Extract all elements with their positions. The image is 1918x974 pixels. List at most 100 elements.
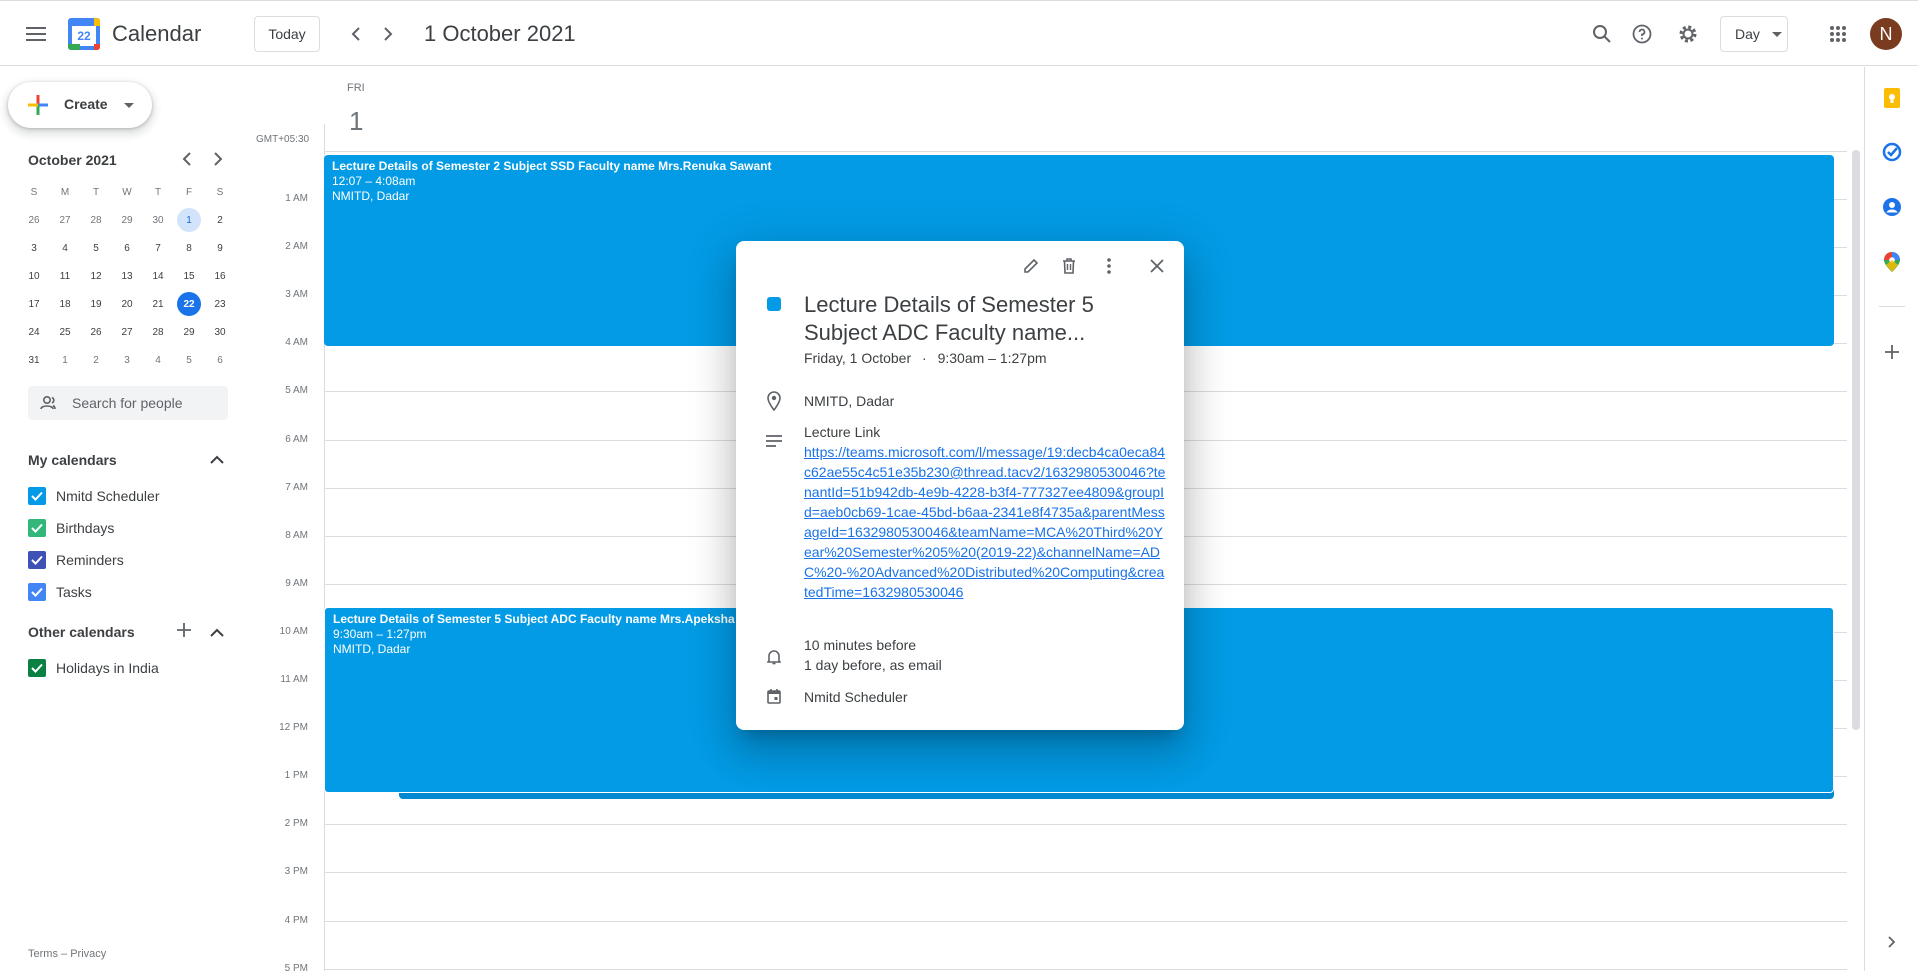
checkbox[interactable] [28, 551, 46, 569]
view-switcher[interactable]: Day [1720, 16, 1788, 52]
search-people-input[interactable]: Search for people [28, 386, 228, 420]
mini-calendar-day[interactable]: 26 [84, 320, 108, 344]
create-button[interactable]: Create [8, 82, 152, 128]
mini-calendar-day[interactable]: 28 [146, 320, 170, 344]
mini-calendar-day[interactable]: 20 [115, 292, 139, 316]
mini-calendar-day[interactable]: 4 [146, 348, 170, 372]
mini-calendar-day[interactable]: 30 [146, 208, 170, 232]
mini-calendar-day[interactable]: 8 [177, 236, 201, 260]
mini-calendar-day[interactable]: 19 [84, 292, 108, 316]
mini-calendar-day[interactable]: 13 [115, 264, 139, 288]
calendar-list-item[interactable]: Holidays in India [28, 659, 159, 677]
checkbox[interactable] [28, 583, 46, 601]
mini-calendar-day[interactable]: 17 [22, 292, 46, 316]
mini-calendar-day[interactable]: 3 [115, 348, 139, 372]
mini-calendar-day[interactable]: 28 [84, 208, 108, 232]
next-day-button[interactable] [372, 18, 404, 50]
expand-side-panel-button[interactable] [1877, 927, 1907, 957]
hour-label: 6 AM [285, 433, 308, 445]
mini-calendar-day[interactable]: 14 [146, 264, 170, 288]
my-calendars-title[interactable]: My calendars [28, 452, 117, 468]
chevron-right-icon [214, 152, 223, 166]
timezone-label: GMT+05:30 [256, 134, 310, 145]
more-options-button[interactable] [1092, 249, 1126, 283]
other-calendars-collapse-button[interactable] [210, 625, 224, 643]
event-time: 12:07 – 4:08am [332, 174, 416, 188]
other-calendars-title[interactable]: Other calendars [28, 624, 135, 640]
apps-grid-icon [1830, 26, 1846, 42]
mini-calendar-day[interactable]: 10 [22, 264, 46, 288]
day-number[interactable]: 1 [349, 106, 363, 137]
mini-calendar-day[interactable]: 5 [84, 236, 108, 260]
apps-button[interactable] [1820, 16, 1856, 52]
chevron-up-icon [210, 628, 224, 637]
mini-calendar-day[interactable]: 12 [84, 264, 108, 288]
lecture-link[interactable]: https://teams.microsoft.com/l/message/19… [804, 442, 1166, 602]
mini-calendar-day[interactable]: 1 [53, 348, 77, 372]
mini-calendar-day[interactable]: 21 [146, 292, 170, 316]
maps-pin-icon [1884, 252, 1900, 272]
checkbox[interactable] [28, 519, 46, 537]
mini-calendar-day[interactable]: 11 [53, 264, 77, 288]
mini-calendar-day[interactable]: 5 [177, 348, 201, 372]
mini-calendar-day[interactable]: 27 [115, 320, 139, 344]
help-button[interactable] [1624, 16, 1660, 52]
mini-calendar-day[interactable]: 31 [22, 348, 46, 372]
mini-calendar-day[interactable]: 30 [208, 320, 232, 344]
mini-next-month-button[interactable] [213, 150, 223, 171]
mini-calendar-day[interactable]: 23 [208, 292, 232, 316]
calendar-list-item[interactable]: Tasks [28, 583, 92, 601]
mini-calendar-day[interactable]: 26 [22, 208, 46, 232]
contacts-button[interactable] [1877, 192, 1907, 222]
mini-calendar-day[interactable]: 7 [146, 236, 170, 260]
mini-calendar-day[interactable]: 6 [115, 236, 139, 260]
avatar[interactable]: N [1870, 18, 1902, 50]
checkbox[interactable] [28, 659, 46, 677]
terms-link[interactable]: Terms [28, 948, 58, 960]
search-button[interactable] [1584, 16, 1620, 52]
mini-calendar-day[interactable]: 22 [177, 292, 201, 316]
calendar-list-item[interactable]: Nmitd Scheduler [28, 487, 160, 505]
mini-calendar-day[interactable]: 6 [208, 348, 232, 372]
mini-calendar-day[interactable]: 18 [53, 292, 77, 316]
mini-calendar-day[interactable]: 2 [84, 348, 108, 372]
calendar-list-item[interactable]: Reminders [28, 551, 124, 569]
checkbox[interactable] [28, 487, 46, 505]
mini-calendar-day[interactable]: 27 [53, 208, 77, 232]
delete-event-button[interactable] [1052, 249, 1086, 283]
popup-event-title: Lecture Details of Semester 5 Subject AD… [804, 292, 1094, 345]
maps-button[interactable] [1877, 247, 1907, 277]
mini-calendar-day[interactable]: 15 [177, 264, 201, 288]
previous-day-button[interactable] [340, 18, 372, 50]
hour-label: 3 AM [285, 289, 308, 301]
my-calendars-collapse-button[interactable] [210, 452, 224, 470]
weekday-header: M [60, 186, 70, 198]
tasks-button[interactable] [1877, 137, 1907, 167]
add-other-calendar-button[interactable] [176, 622, 192, 643]
mini-prev-month-button[interactable] [182, 150, 192, 171]
mini-calendar-day[interactable]: 4 [53, 236, 77, 260]
mini-calendar-day[interactable]: 3 [22, 236, 46, 260]
mini-calendar-day[interactable]: 29 [115, 208, 139, 232]
main-menu-button[interactable] [16, 16, 56, 52]
edit-event-button[interactable] [1014, 249, 1048, 283]
event-location: NMITD, Dadar [332, 189, 410, 203]
get-add-ons-button[interactable] [1877, 337, 1907, 367]
close-popup-button[interactable] [1140, 249, 1174, 283]
settings-button[interactable] [1670, 16, 1706, 52]
mini-calendar-day[interactable]: 24 [22, 320, 46, 344]
keep-button[interactable] [1877, 83, 1907, 113]
mini-calendar-day[interactable]: 16 [208, 264, 232, 288]
privacy-link[interactable]: Privacy [70, 948, 106, 960]
rail-divider [1879, 306, 1905, 307]
mini-calendar-day[interactable]: 1 [177, 208, 201, 232]
calendar-list-item[interactable]: Birthdays [28, 519, 114, 537]
weekday-header: W [122, 186, 132, 198]
today-button[interactable]: Today [254, 16, 320, 52]
calendar-logo[interactable]: 22 [68, 18, 100, 50]
mini-calendar-day[interactable]: 25 [53, 320, 77, 344]
mini-calendar-day[interactable]: 2 [208, 208, 232, 232]
mini-calendar-day[interactable]: 9 [208, 236, 232, 260]
scrollbar[interactable] [1852, 150, 1860, 730]
mini-calendar-day[interactable]: 29 [177, 320, 201, 344]
